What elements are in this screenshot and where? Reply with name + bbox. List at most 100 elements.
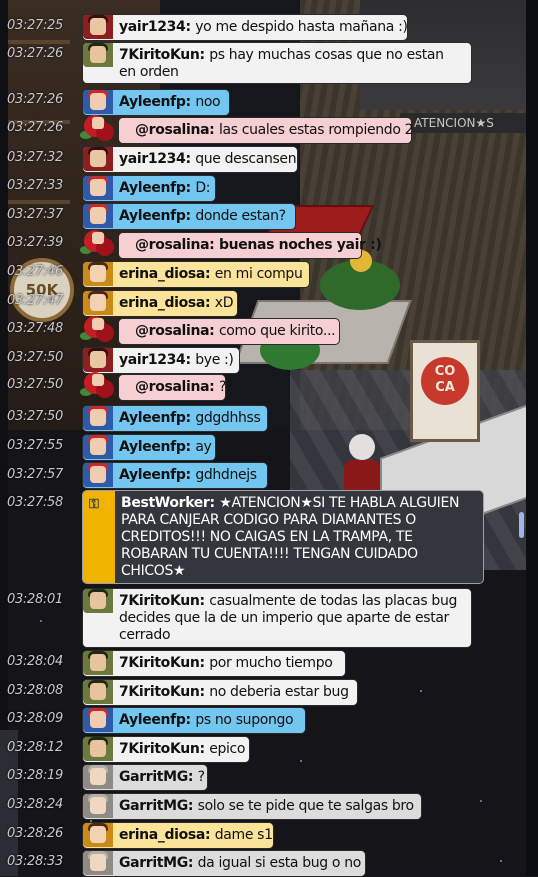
message-text: Ayleenfp: ay — [113, 435, 219, 460]
message-text: 7KiritoKun: epico — [113, 737, 253, 762]
message-username[interactable]: Ayleenfp: — [119, 439, 195, 455]
user-avatar-kirito[interactable] — [83, 43, 113, 67]
user-avatar-yair[interactable] — [83, 15, 113, 39]
message-body: no deberia estar bug — [209, 684, 349, 700]
user-avatar-kirito[interactable] — [83, 589, 113, 613]
message-username[interactable]: 7KiritoKun: — [119, 684, 209, 700]
user-avatar-yair[interactable] — [83, 147, 113, 171]
user-avatar-rosalina[interactable] — [80, 111, 118, 145]
user-avatar-kirito[interactable] — [83, 651, 113, 675]
chat-bubble[interactable]: Ayleenfp: gdgdhhss — [82, 405, 268, 432]
message-timestamp: 03:27:26 — [7, 120, 63, 135]
chat-bubble[interactable]: Ayleenfp: ay — [82, 434, 216, 461]
message-username[interactable]: @rosalina: — [135, 237, 219, 253]
message-text: @rosalina: ?? — [129, 375, 241, 400]
message-body: que descansen — [195, 151, 297, 167]
message-text: Ayleenfp: noo — [113, 90, 228, 115]
message-username[interactable]: GarritMG: — [119, 798, 198, 814]
chat-bubble[interactable]: ⚿ BestWorker: ★ATENCION★SI TE HABLA ALGUI… — [82, 490, 484, 584]
message-username[interactable]: GarritMG: — [119, 855, 198, 871]
user-avatar-rosalina[interactable] — [80, 226, 118, 260]
bot-key-icon: ⚿ — [83, 491, 115, 583]
message-username[interactable]: 7KiritoKun: — [119, 47, 209, 63]
chat-bubble[interactable]: erina_diosa: dame s1 — [82, 822, 274, 849]
user-avatar-garrit[interactable] — [83, 765, 113, 789]
user-avatar-garrit[interactable] — [83, 851, 113, 875]
chat-bubble[interactable]: GarritMG: da igual si esta bug o no — [82, 850, 366, 877]
user-avatar-rosalina[interactable] — [80, 312, 118, 346]
message-timestamp: 03:28:01 — [7, 592, 63, 607]
message-username[interactable]: yair1234: — [119, 151, 195, 167]
chat-bubble[interactable]: 7KiritoKun: no deberia estar bug — [82, 679, 358, 706]
message-username[interactable]: 7KiritoKun: — [119, 741, 209, 757]
message-text: Ayleenfp: donde estan? — [113, 204, 294, 229]
chat-bubble[interactable]: 7KiritoKun: ps hay muchas cosas que no e… — [82, 42, 472, 84]
chat-bubble[interactable]: @rosalina: como que kirito... — [118, 318, 340, 345]
message-timestamp: 03:27:26 — [7, 92, 63, 107]
chat-bubble[interactable]: Ayleenfp: ps no supongo — [82, 707, 306, 734]
chat-bubble[interactable]: Ayleenfp: gdhdnejs — [82, 462, 268, 489]
message-timestamp: 03:27:25 — [7, 18, 63, 33]
message-text: GarritMG: solo se te pide que te salgas … — [113, 794, 422, 819]
user-avatar-ayleen[interactable] — [83, 463, 113, 487]
message-timestamp: 03:28:04 — [7, 654, 63, 669]
message-body: ay — [195, 439, 212, 455]
message-username[interactable]: erina_diosa: — [119, 266, 215, 282]
message-timestamp: 03:28:19 — [7, 768, 63, 783]
user-avatar-ayleen[interactable] — [83, 406, 113, 430]
message-text: erina_diosa: dame s1 — [113, 823, 281, 848]
chat-bubble[interactable]: @rosalina: ?? — [118, 374, 233, 401]
message-body: ? — [197, 769, 205, 785]
chat-bubble[interactable]: 7KiritoKun: casualmente de todas las pla… — [82, 588, 472, 648]
message-timestamp: 03:27:46 — [7, 264, 63, 279]
message-username[interactable]: Ayleenfp: — [119, 712, 195, 728]
chat-bubble[interactable]: GarritMG: ? — [82, 764, 208, 791]
message-username[interactable]: Ayleenfp: — [119, 467, 195, 483]
chat-bubble[interactable]: yair1234: que descansen — [82, 146, 298, 173]
chat-bubble[interactable]: GarritMG: solo se te pide que te salgas … — [82, 793, 422, 820]
message-username[interactable]: 7KiritoKun: — [119, 655, 209, 671]
chat-bubble[interactable]: @rosalina: las cuales estas rompiendo 2 — [118, 117, 414, 144]
message-body: en mi compu — [214, 266, 303, 282]
user-avatar-ayleen[interactable] — [83, 708, 113, 732]
message-body: donde estan? — [195, 208, 286, 224]
user-avatar-kirito[interactable] — [83, 680, 113, 704]
chat-bubble[interactable]: yair1234: yo me despido hasta mañana :) — [82, 14, 408, 41]
chat-bubble[interactable]: Ayleenfp: D: — [82, 175, 216, 202]
message-username[interactable]: Ayleenfp: — [119, 180, 195, 196]
message-body: buenas noches yair :) — [218, 237, 382, 253]
user-avatar-ayleen[interactable] — [83, 204, 113, 228]
user-avatar-ayleen[interactable] — [83, 176, 113, 200]
user-avatar-garrit[interactable] — [83, 794, 113, 818]
message-username[interactable]: @rosalina: — [135, 323, 219, 339]
message-username[interactable]: erina_diosa: — [119, 827, 215, 843]
message-username[interactable]: Ayleenfp: — [119, 208, 195, 224]
chat-bubble[interactable]: @rosalina: buenas noches yair :) — [118, 232, 382, 259]
message-timestamp: 03:27:55 — [7, 438, 63, 453]
message-username[interactable]: GarritMG: — [119, 769, 198, 785]
message-text: Ayleenfp: gdhdnejs — [113, 463, 265, 488]
chat-bubble[interactable]: 7KiritoKun: por mucho tiempo — [82, 650, 346, 677]
message-timestamp: 03:28:33 — [7, 854, 63, 869]
message-username[interactable]: yair1234: — [119, 19, 195, 35]
message-username[interactable]: Ayleenfp: — [119, 410, 195, 426]
message-timestamp: 03:27:50 — [7, 377, 63, 392]
message-body: xD — [214, 295, 234, 311]
user-avatar-ayleen[interactable] — [83, 435, 113, 459]
user-avatar-rosalina[interactable] — [80, 368, 118, 402]
message-timestamp: 03:28:24 — [7, 797, 63, 812]
message-timestamp: 03:27:50 — [7, 409, 63, 424]
message-username[interactable]: yair1234: — [119, 352, 195, 368]
user-avatar-erina[interactable] — [83, 823, 113, 847]
message-username[interactable]: @rosalina: — [135, 122, 219, 138]
message-username[interactable]: Ayleenfp: — [119, 94, 195, 110]
chat-bubble[interactable]: erina_diosa: en mi compu — [82, 261, 310, 288]
user-avatar-erina[interactable] — [83, 262, 113, 286]
message-username[interactable]: 7KiritoKun: — [119, 593, 209, 609]
user-avatar-kirito[interactable] — [83, 737, 113, 761]
message-username[interactable]: @rosalina: — [135, 379, 219, 395]
chat-bubble[interactable]: 7KiritoKun: epico — [82, 736, 250, 763]
message-username[interactable]: BestWorker: — [121, 495, 219, 511]
message-username[interactable]: erina_diosa: — [119, 295, 215, 311]
message-body: D: — [195, 180, 211, 196]
